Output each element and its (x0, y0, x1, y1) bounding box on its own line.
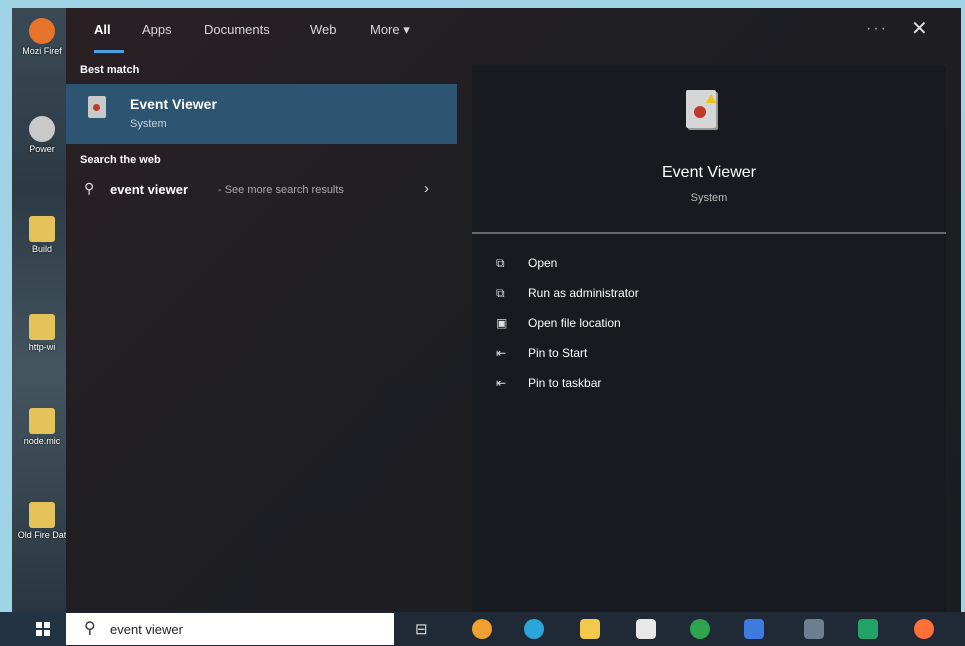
close-icon[interactable]: ✕ (911, 16, 928, 41)
calculator-icon[interactable] (804, 619, 824, 639)
search-panel: All Apps Documents Web More ▾ ··· ✕ Best… (66, 8, 961, 612)
action-label: Open (528, 256, 558, 270)
search-icon: ⚲ (84, 620, 96, 637)
pin-icon: ⇤ (496, 376, 507, 390)
pin-icon: ⇤ (496, 346, 507, 360)
chrome-icon[interactable] (690, 619, 710, 639)
desktop-icon-label: Old Fire Dat (17, 530, 67, 540)
taskbar-search-box[interactable]: ⚲ event viewer (66, 613, 394, 645)
desktop-icon-label: Mozi Firef (22, 46, 62, 56)
best-match-heading: Best match (80, 64, 140, 76)
action-run-as-administrator[interactable]: ⧉ Run as administrator (496, 286, 639, 301)
active-tab-indicator (94, 50, 124, 53)
preview-pane: Event Viewer System ⧉ Open ⧉ Run as admini… (472, 66, 946, 612)
desktop-area: Mozi Firef Power Build http-wi node.mic … (12, 8, 72, 612)
see-more-results: - See more search results (218, 184, 344, 196)
remote-desktop-icon[interactable] (744, 619, 764, 639)
action-pin-to-start[interactable]: ⇤ Pin to Start (496, 346, 587, 360)
search-icon: ⚲ (84, 180, 95, 196)
tab-apps[interactable]: Apps (142, 22, 172, 37)
tab-all[interactable]: All (94, 22, 111, 37)
divider (472, 232, 946, 234)
desktop-icon-label: Power (29, 144, 55, 154)
run-admin-icon: ⧉ (496, 286, 505, 300)
web-query: event viewer (110, 182, 189, 197)
disc-icon (29, 116, 55, 142)
desktop-icon-label: Build (31, 244, 52, 254)
desktop-icon-old-firefox[interactable]: Old Fire Dat (16, 502, 68, 540)
tab-more[interactable]: More ▾ (370, 22, 410, 38)
action-label: Run as administrator (528, 286, 639, 300)
desktop-icon-firefox[interactable]: Mozi Firef (16, 18, 68, 56)
action-open[interactable]: ⧉ Open (496, 256, 557, 271)
action-label: Pin to Start (528, 346, 588, 360)
tab-web[interactable]: Web (310, 22, 337, 37)
tab-documents[interactable]: Documents (204, 22, 270, 37)
edge-icon[interactable] (524, 619, 544, 639)
web-search-result[interactable]: ⚲ event viewer - See more search results… (66, 178, 457, 206)
desktop-icon-label: node.mic (23, 436, 61, 446)
taskbar: ⚲ event viewer ⊟ (0, 612, 965, 646)
best-match-result[interactable]: Event Viewer System (66, 84, 457, 144)
windows-icon (36, 622, 50, 636)
desktop-icon-label: http-wi (28, 342, 56, 352)
result-subtitle: System (130, 118, 167, 130)
store-icon[interactable] (636, 619, 656, 639)
warning-icon (706, 94, 716, 103)
open-icon: ⧉ (496, 256, 505, 270)
search-web-heading: Search the web (80, 154, 161, 166)
excel-icon[interactable] (858, 619, 878, 639)
firefox-icon[interactable] (914, 619, 934, 639)
search-tabs: All Apps Documents Web More ▾ ··· ✕ (66, 8, 961, 58)
app-icon[interactable] (472, 619, 492, 639)
result-title: Event Viewer (130, 96, 217, 112)
folder-icon (29, 502, 55, 528)
action-label: Open file location (528, 316, 621, 330)
desktop-icon-power[interactable]: Power (16, 116, 68, 154)
more-options-icon[interactable]: ··· (866, 20, 888, 38)
preview-subtitle: System (690, 192, 728, 204)
event-viewer-icon (686, 90, 716, 128)
folder-icon (29, 314, 55, 340)
task-view-icon[interactable]: ⊟ (415, 620, 428, 638)
event-viewer-icon (88, 96, 106, 118)
action-label: Pin to taskbar (528, 376, 602, 390)
file-location-icon: ▣ (496, 316, 508, 330)
preview-title: Event Viewer (662, 164, 756, 181)
action-open-file-location[interactable]: ▣ Open file location (496, 316, 621, 330)
desktop-icon-http[interactable]: http-wi (16, 314, 68, 352)
action-pin-to-taskbar[interactable]: ⇤ Pin to taskbar (496, 376, 601, 390)
start-button[interactable] (0, 612, 66, 646)
desktop-icon-node[interactable]: node.mic (16, 408, 68, 446)
chevron-right-icon[interactable]: › (424, 180, 429, 197)
firefox-icon (29, 18, 55, 44)
search-input[interactable]: event viewer (110, 622, 183, 637)
folder-icon (29, 408, 55, 434)
folder-icon (29, 216, 55, 242)
desktop-icon-build[interactable]: Build (16, 216, 68, 254)
file-explorer-icon[interactable] (580, 619, 600, 639)
